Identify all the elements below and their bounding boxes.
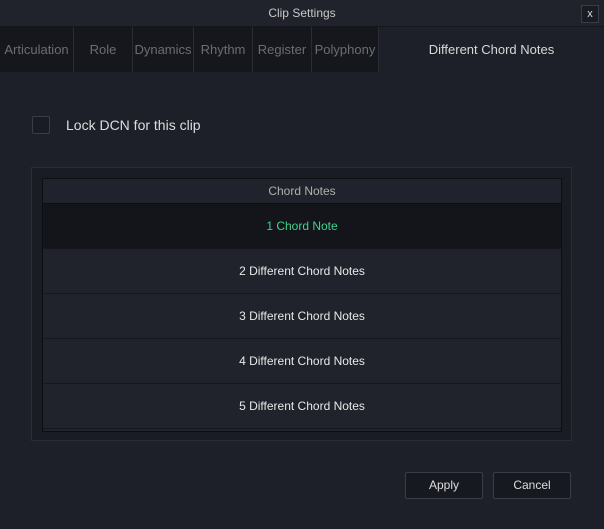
list-item[interactable]: 3 Different Chord Notes [43, 294, 561, 339]
tab-rhythm[interactable]: Rhythm [194, 27, 253, 72]
tab-polyphony[interactable]: Polyphony [312, 27, 379, 72]
list-item[interactable]: 4 Different Chord Notes [43, 339, 561, 384]
tab-dynamics[interactable]: Dynamics [133, 27, 194, 72]
tab-articulation[interactable]: Articulation [0, 27, 74, 72]
apply-button[interactable]: Apply [405, 472, 483, 499]
lock-dcn-checkbox[interactable] [32, 116, 50, 134]
close-button[interactable]: x [581, 5, 599, 23]
lock-dcn-label[interactable]: Lock DCN for this clip [66, 116, 201, 134]
tab-bar: Articulation Role Dynamics Rhythm Regist… [0, 27, 604, 72]
window-title: Clip Settings [268, 6, 336, 20]
list-item[interactable]: 5 Different Chord Notes [43, 384, 561, 429]
tab-different-chord-notes[interactable]: Different Chord Notes [379, 27, 604, 72]
chord-notes-panel: Chord Notes 1 Chord Note 2 Different Cho… [31, 167, 572, 441]
list-item[interactable]: 1 Chord Note [43, 204, 561, 249]
list-item[interactable]: 2 Different Chord Notes [43, 249, 561, 294]
tab-register[interactable]: Register [253, 27, 312, 72]
title-bar: Clip Settings x [0, 0, 604, 27]
list-header: Chord Notes [43, 179, 561, 204]
tab-role[interactable]: Role [74, 27, 133, 72]
chord-notes-list: Chord Notes 1 Chord Note 2 Different Cho… [42, 178, 562, 432]
cancel-button[interactable]: Cancel [493, 472, 571, 499]
